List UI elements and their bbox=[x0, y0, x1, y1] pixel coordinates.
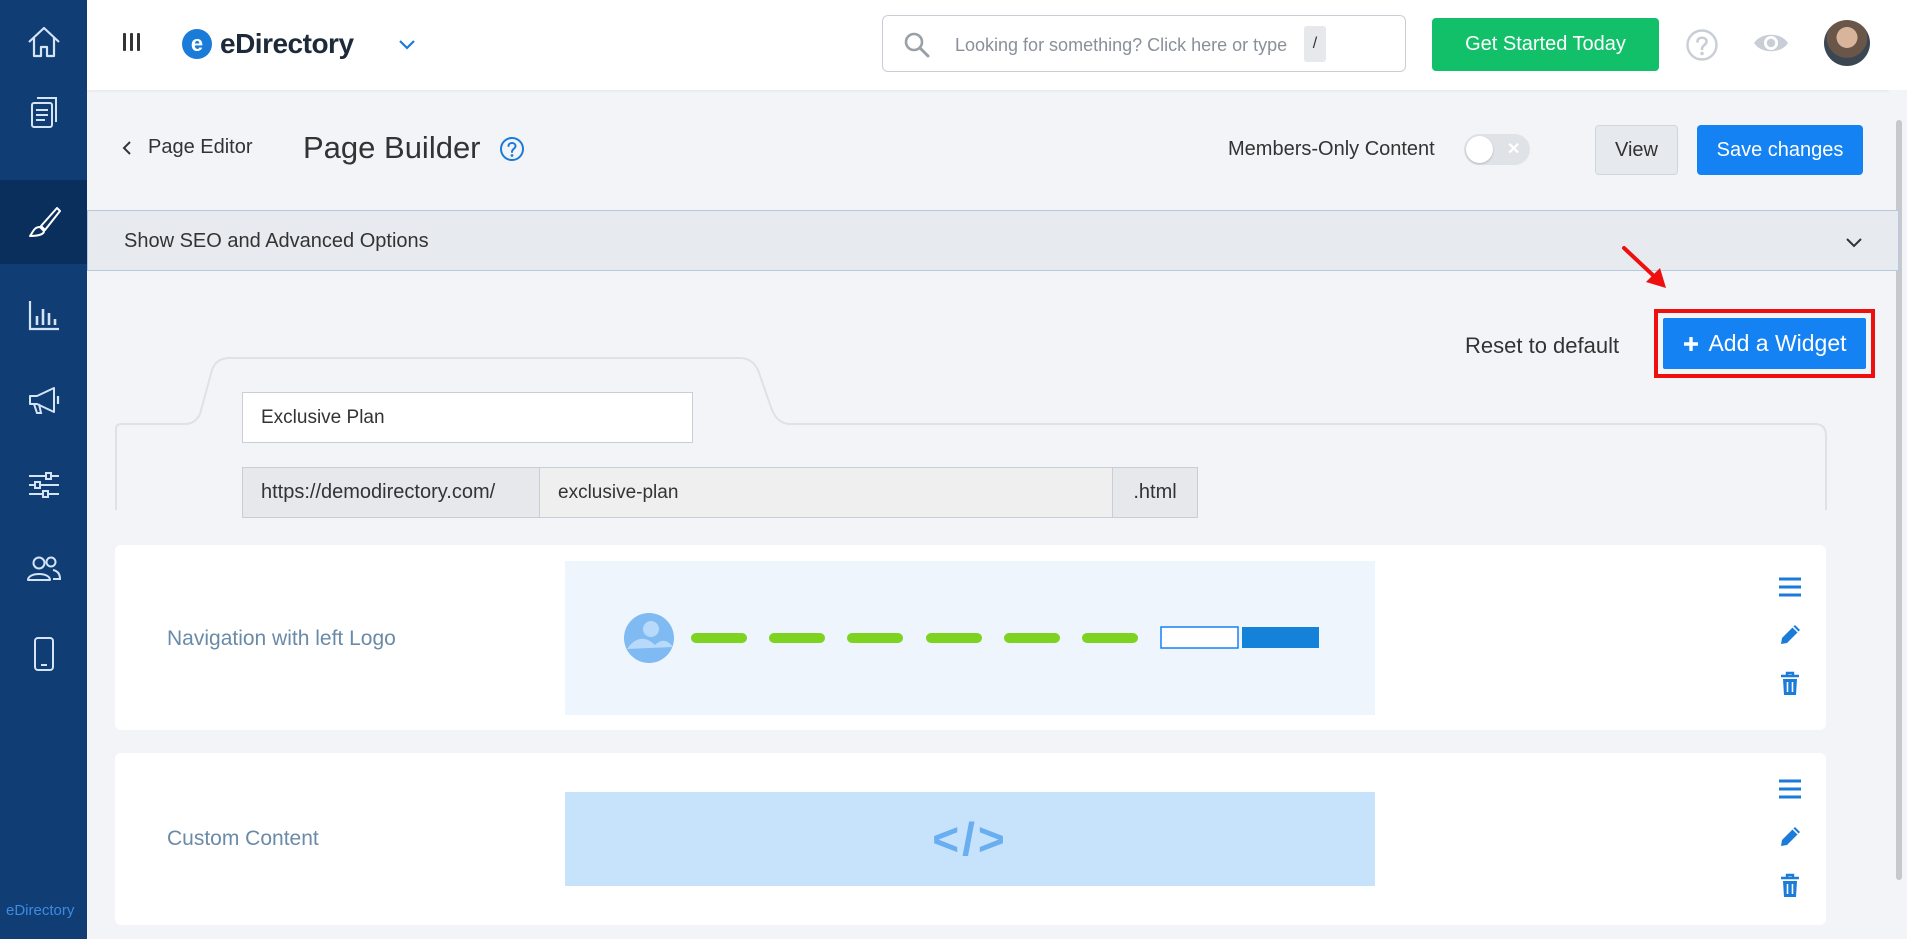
seo-options-label: Show SEO and Advanced Options bbox=[124, 230, 429, 252]
search-icon bbox=[904, 32, 930, 58]
menu-bar bbox=[123, 33, 126, 51]
help-icon[interactable] bbox=[1685, 28, 1719, 62]
widget-card-navigation: Navigation with left Logo bbox=[115, 545, 1826, 730]
page-name-input[interactable] bbox=[242, 392, 693, 443]
sidebar-item-pages[interactable] bbox=[0, 70, 87, 154]
megaphone-icon bbox=[28, 387, 59, 414]
users-icon bbox=[26, 556, 61, 581]
widget-actions bbox=[1777, 777, 1803, 899]
widget-card-custom-content: Custom Content </> bbox=[115, 753, 1826, 925]
page-title: Page Builder bbox=[303, 130, 481, 165]
sidebar-item-settings[interactable] bbox=[0, 443, 87, 527]
url-prefix: https://demodirectory.com/ bbox=[242, 467, 540, 518]
sidebar-brand-text: eDirectory bbox=[6, 902, 75, 919]
home-icon bbox=[27, 26, 60, 58]
get-started-button[interactable]: Get Started Today bbox=[1432, 18, 1659, 71]
menu-bar bbox=[137, 33, 140, 51]
chevron-down-icon[interactable] bbox=[397, 34, 417, 54]
widget-label: Custom Content bbox=[167, 827, 319, 850]
edit-pencil-icon[interactable] bbox=[1777, 622, 1803, 648]
toggle-off-icon: ✕ bbox=[1507, 141, 1521, 158]
navigation-preview[interactable] bbox=[565, 561, 1375, 715]
top-bar: e eDirectory Looking for something? Clic… bbox=[87, 0, 1907, 90]
custom-content-preview[interactable]: </> bbox=[565, 792, 1375, 886]
drag-handle-icon[interactable] bbox=[1777, 777, 1803, 801]
pages-icon bbox=[30, 97, 57, 128]
delete-trash-icon[interactable] bbox=[1779, 671, 1801, 697]
chevron-left-icon bbox=[122, 140, 131, 155]
delete-trash-icon[interactable] bbox=[1779, 873, 1801, 899]
settings-sliders-icon bbox=[28, 472, 59, 498]
chevron-down-icon bbox=[1846, 238, 1862, 248]
brush-icon bbox=[28, 207, 61, 237]
preview-eye-icon[interactable] bbox=[1752, 30, 1790, 56]
menu-bar bbox=[130, 33, 133, 51]
widget-actions bbox=[1777, 575, 1803, 697]
toggle-knob bbox=[1466, 136, 1493, 163]
logo[interactable]: e eDirectory bbox=[182, 28, 354, 60]
reports-icon bbox=[28, 301, 59, 331]
sidebar-item-mobile[interactable] bbox=[0, 612, 87, 696]
members-only-toggle[interactable]: ✕ bbox=[1464, 134, 1530, 165]
sidebar-item-reports[interactable] bbox=[0, 273, 87, 357]
logo-text: eDirectory bbox=[220, 28, 354, 59]
menu-toggle-button[interactable] bbox=[123, 33, 143, 55]
sidebar-item-users[interactable] bbox=[0, 527, 87, 611]
url-slug-input[interactable]: exclusive-plan bbox=[540, 467, 1112, 518]
page-builder-help-icon[interactable] bbox=[499, 136, 525, 162]
search-placeholder: Looking for something? Click here or typ… bbox=[955, 35, 1288, 55]
page-url-field: https://demodirectory.com/ exclusive-pla… bbox=[242, 467, 1198, 518]
view-button[interactable]: View bbox=[1595, 125, 1678, 175]
sidebar: eDirectory bbox=[0, 0, 87, 939]
widget-label: Navigation with left Logo bbox=[167, 627, 396, 650]
url-suffix: .html bbox=[1112, 467, 1198, 518]
sidebar-item-design[interactable] bbox=[0, 180, 87, 264]
edit-pencil-icon[interactable] bbox=[1777, 824, 1803, 850]
mobile-icon bbox=[33, 637, 54, 671]
annotation-arrow-icon bbox=[1622, 246, 1666, 288]
members-only-label: Members-Only Content bbox=[1228, 138, 1435, 160]
search-shortcut-key: / bbox=[1304, 26, 1326, 62]
sidebar-item-marketing[interactable] bbox=[0, 358, 87, 442]
search-box[interactable]: Looking for something? Click here or typ… bbox=[882, 15, 1406, 72]
back-label: Page Editor bbox=[148, 136, 253, 158]
drag-handle-icon[interactable] bbox=[1777, 575, 1803, 599]
logo-mark-icon: e bbox=[182, 29, 212, 59]
back-to-page-editor-link[interactable]: Page Editor bbox=[122, 136, 253, 159]
avatar[interactable] bbox=[1824, 20, 1870, 66]
save-changes-button[interactable]: Save changes bbox=[1697, 125, 1863, 175]
